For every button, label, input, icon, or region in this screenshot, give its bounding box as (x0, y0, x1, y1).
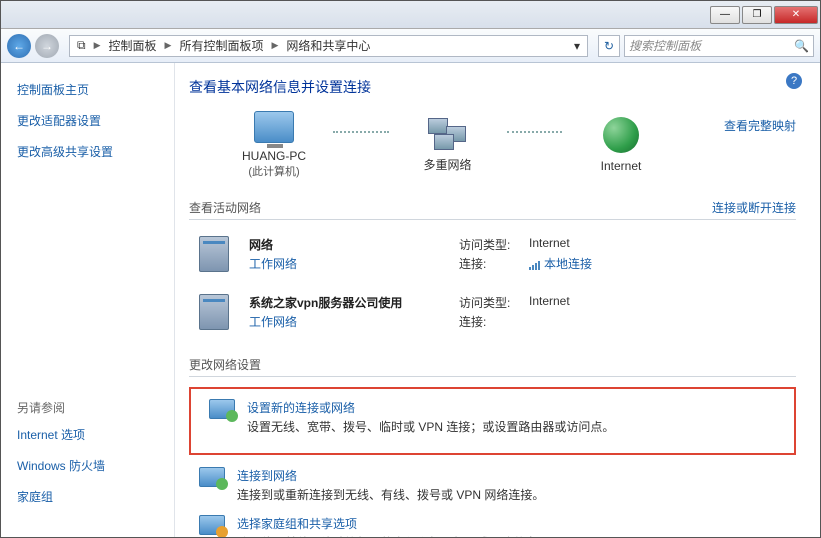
search-placeholder: 搜索控制面板 (629, 37, 701, 54)
sidebar: 控制面板主页 更改适配器设置 更改高级共享设置 另请参阅 Internet 选项… (1, 63, 175, 537)
active-networks-header: 查看活动网络 连接或断开连接 (189, 199, 796, 220)
connect-disconnect-link[interactable]: 连接或断开连接 (712, 199, 796, 216)
network-type-link[interactable]: 工作网络 (249, 257, 297, 271)
active-header-text: 查看活动网络 (189, 199, 261, 216)
sidebar-link-sharing[interactable]: 更改高级共享设置 (17, 143, 158, 160)
access-value: Internet (529, 294, 570, 311)
network-map: HUANG-PC (此计算机) 多重网络 Internet (189, 111, 706, 189)
task-desc: 设置无线、宽带、拨号、临时或 VPN 连接；或设置路由器或访问点。 (247, 418, 614, 435)
maximize-button[interactable]: ❐ (742, 6, 772, 24)
control-panel-home-link[interactable]: 控制面板主页 (17, 81, 158, 98)
network-icon (199, 236, 229, 272)
see-also-homegroup[interactable]: 家庭组 (17, 488, 158, 505)
homegroup-icon (199, 515, 225, 535)
task-desc: 连接到或重新连接到无线、有线、拨号或 VPN 网络连接。 (237, 486, 544, 503)
map-node-internet[interactable]: Internet (566, 117, 676, 173)
sidebar-link-adapter[interactable]: 更改适配器设置 (17, 112, 158, 129)
connection-link[interactable]: 本地连接 (544, 257, 592, 271)
forward-button[interactable]: → (35, 34, 59, 58)
back-button[interactable]: ← (7, 34, 31, 58)
access-label: 访问类型: (459, 294, 529, 311)
see-also-internet-options[interactable]: Internet 选项 (17, 426, 158, 443)
settings-header-text: 更改网络设置 (189, 356, 261, 373)
signal-icon (529, 260, 541, 270)
network-name: 网络 (249, 236, 459, 253)
network-icon (199, 294, 229, 330)
pc-sub: (此计算机) (219, 163, 329, 179)
map-connector (507, 131, 563, 133)
chevron-right-icon: ▶ (162, 40, 175, 51)
network-row: 网络 工作网络 访问类型:Internet 连接: 本地连接 (189, 230, 796, 288)
full-map-link[interactable]: 查看完整映射 (724, 119, 796, 133)
network-type-link[interactable]: 工作网络 (249, 315, 297, 329)
refresh-button[interactable]: ↻ (598, 35, 620, 57)
breadcrumb[interactable]: ⧉ ▶ 控制面板 ▶ 所有控制面板项 ▶ 网络和共享中心 ▾ (69, 35, 588, 57)
task-homegroup[interactable]: 选择家庭组和共享选项 访问位于其他网络计算机上的文件和打印机，或更改共享设置。 (189, 511, 796, 537)
map-node-multi[interactable]: 多重网络 (393, 118, 503, 173)
window-titlebar: — ❐ ✕ (1, 1, 820, 29)
help-icon[interactable]: ? (786, 73, 802, 89)
minimize-button[interactable]: — (710, 6, 740, 24)
close-button[interactable]: ✕ (774, 6, 818, 24)
navigation-bar: ← → ⧉ ▶ 控制面板 ▶ 所有控制面板项 ▶ 网络和共享中心 ▾ ↻ 搜索控… (1, 29, 820, 63)
globe-icon (603, 117, 639, 153)
multi-label: 多重网络 (393, 156, 503, 173)
task-link[interactable]: 连接到网络 (237, 467, 544, 484)
search-icon: 🔍 (794, 39, 809, 53)
breadcrumb-item[interactable]: 控制面板 (106, 37, 160, 54)
content-pane: ? 查看基本网络信息并设置连接 HUANG-PC (此计算机) 多重网络 Int… (175, 63, 820, 537)
task-connect-network[interactable]: 连接到网络 连接到或重新连接到无线、有线、拨号或 VPN 网络连接。 (189, 463, 796, 511)
access-value: Internet (529, 236, 570, 253)
multi-network-icon (428, 118, 468, 150)
conn-label: 连接: (459, 255, 529, 272)
chevron-right-icon: ▶ (268, 40, 281, 51)
new-connection-icon (209, 399, 235, 419)
map-connector (333, 131, 389, 133)
breadcrumb-dropdown-icon[interactable]: ▾ (571, 39, 583, 53)
map-node-pc[interactable]: HUANG-PC (此计算机) (219, 111, 329, 179)
change-settings-header: 更改网络设置 (189, 356, 796, 377)
network-row: 系统之家vpn服务器公司使用 工作网络 访问类型:Internet 连接: (189, 288, 796, 346)
task-desc: 访问位于其他网络计算机上的文件和打印机，或更改共享设置。 (237, 534, 573, 537)
breadcrumb-item[interactable]: 所有控制面板项 (176, 37, 266, 54)
access-label: 访问类型: (459, 236, 529, 253)
see-also-firewall[interactable]: Windows 防火墙 (17, 457, 158, 474)
chevron-right-icon: ▶ (91, 40, 104, 51)
breadcrumb-icon: ⧉ (74, 38, 89, 53)
internet-label: Internet (566, 159, 676, 173)
task-link[interactable]: 设置新的连接或网络 (247, 399, 614, 416)
see-also-label: 另请参阅 (17, 399, 158, 416)
breadcrumb-item[interactable]: 网络和共享中心 (283, 37, 373, 54)
network-name: 系统之家vpn服务器公司使用 (249, 294, 459, 311)
task-new-connection[interactable]: 设置新的连接或网络 设置无线、宽带、拨号、临时或 VPN 连接；或设置路由器或访… (199, 395, 786, 443)
search-input[interactable]: 搜索控制面板 🔍 (624, 35, 814, 57)
computer-icon (254, 111, 294, 143)
pc-name: HUANG-PC (219, 149, 329, 163)
conn-label: 连接: (459, 313, 529, 330)
task-link[interactable]: 选择家庭组和共享选项 (237, 515, 573, 532)
connect-icon (199, 467, 225, 487)
page-title: 查看基本网络信息并设置连接 (189, 77, 796, 97)
highlighted-task: 设置新的连接或网络 设置无线、宽带、拨号、临时或 VPN 连接；或设置路由器或访… (189, 387, 796, 455)
